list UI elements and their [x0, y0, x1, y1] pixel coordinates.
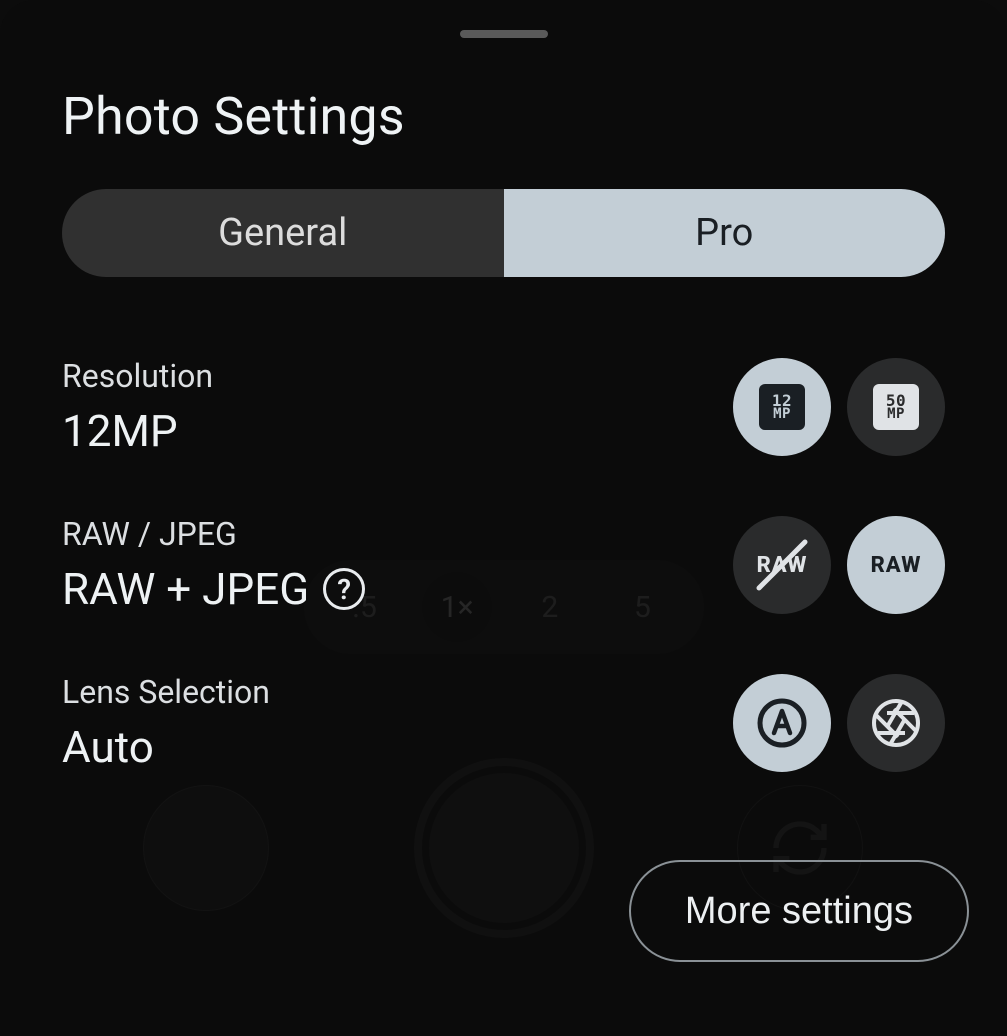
raw-jpeg-label: RAW / JPEG [62, 515, 365, 553]
resolution-value: 12MP [62, 405, 213, 457]
tab-pro[interactable]: Pro [504, 189, 946, 277]
settings-tab-group: General Pro [62, 189, 945, 277]
lens-option-manual[interactable] [847, 674, 945, 772]
setting-row-raw-jpeg: RAW / JPEG RAW + JPEG ? RAW RAW [62, 515, 945, 615]
resolution-option-50mp[interactable]: 50 MP [847, 358, 945, 456]
raw-off-slash-icon [733, 516, 831, 614]
raw-on-icon: RAW [871, 553, 922, 578]
raw-option-on[interactable]: RAW [847, 516, 945, 614]
tab-general[interactable]: General [62, 189, 504, 277]
lens-selection-label: Lens Selection [62, 673, 270, 711]
raw-option-off[interactable]: RAW [733, 516, 831, 614]
sheet-drag-handle[interactable] [460, 30, 548, 38]
raw-jpeg-value: RAW + JPEG [62, 563, 309, 615]
setting-row-resolution: Resolution 12MP 12 MP 50 MP [62, 357, 945, 457]
lens-selection-value: Auto [62, 721, 270, 773]
sheet-title: Photo Settings [62, 86, 945, 147]
resolution-12mp-icon: 12 MP [759, 384, 805, 430]
setting-row-lens-selection: Lens Selection Auto [62, 673, 945, 773]
lens-option-auto[interactable] [733, 674, 831, 772]
aperture-icon [870, 697, 922, 749]
lens-auto-icon [756, 697, 808, 749]
resolution-option-12mp[interactable]: 12 MP [733, 358, 831, 456]
more-settings-button[interactable]: More settings [629, 860, 969, 962]
raw-jpeg-help-button[interactable]: ? [323, 568, 365, 610]
resolution-label: Resolution [62, 357, 213, 395]
resolution-50mp-icon: 50 MP [873, 384, 919, 430]
photo-settings-sheet: Photo Settings General Pro Resolution 12… [0, 0, 1007, 1036]
